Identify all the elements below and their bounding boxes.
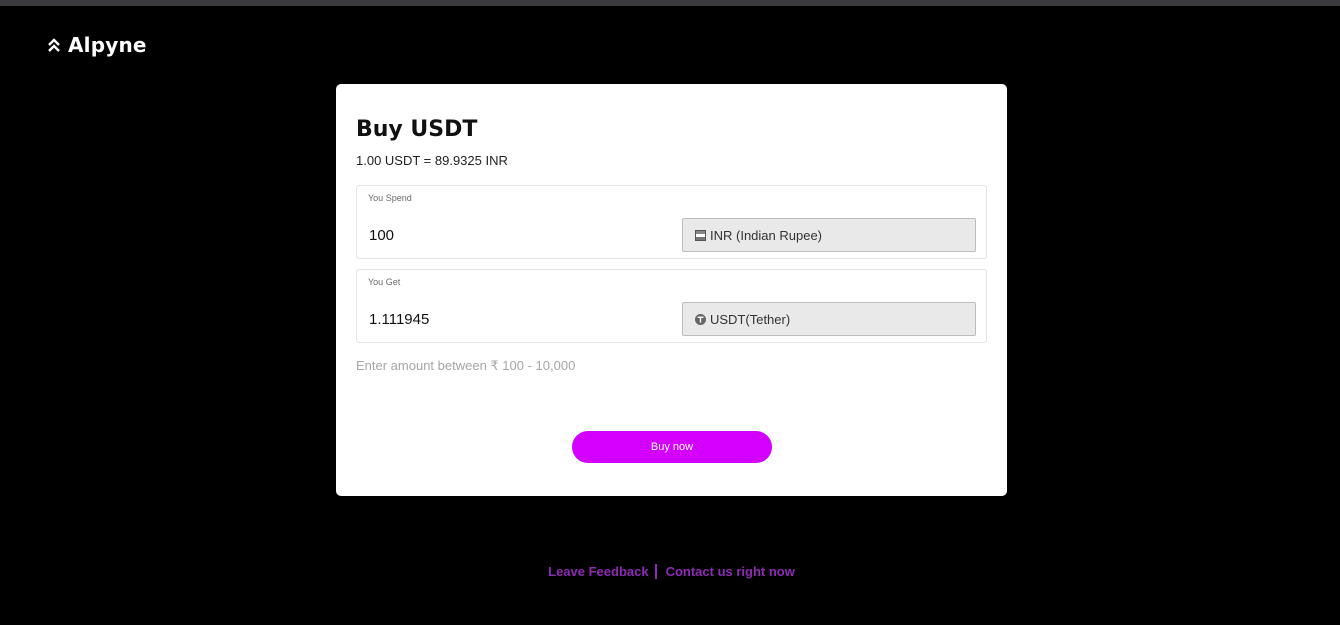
browser-top-bar xyxy=(0,0,1340,6)
get-currency-select[interactable]: USDT(Tether) xyxy=(682,302,976,336)
footer-divider xyxy=(654,564,657,579)
get-currency-label: USDT(Tether) xyxy=(710,311,791,327)
buy-now-button[interactable]: Buy now xyxy=(572,431,772,463)
spend-amount-input[interactable] xyxy=(369,227,649,244)
exchange-rate: 1.00 USDT = 89.9325 INR xyxy=(356,153,508,168)
get-field: You Get USDT(Tether) xyxy=(356,269,987,343)
spend-currency-label: INR (Indian Rupee) xyxy=(710,227,822,243)
spend-currency-select[interactable]: INR (Indian Rupee) xyxy=(682,218,976,252)
double-chevron-up-icon xyxy=(46,37,62,53)
spend-label: You Spend xyxy=(368,193,412,203)
spend-field: You Spend INR (Indian Rupee) xyxy=(356,185,987,259)
buy-card: Buy USDT 1.00 USDT = 89.9325 INR You Spe… xyxy=(336,84,1007,496)
get-label: You Get xyxy=(368,277,401,287)
leave-feedback-link[interactable]: Leave Feedback xyxy=(548,564,648,579)
tether-icon xyxy=(695,313,706,325)
contact-us-link[interactable]: Contact us right now xyxy=(666,564,795,579)
amount-hint: Enter amount between ₹ 100 - 10,000 xyxy=(356,358,576,373)
page-title: Buy USDT xyxy=(356,117,478,142)
brand-name: Alpyne xyxy=(68,33,147,57)
get-amount-input[interactable] xyxy=(369,311,649,328)
brand-logo[interactable]: Alpyne xyxy=(46,33,147,57)
footer-links: Leave Feedback Contact us right now xyxy=(0,564,1340,579)
india-flag-icon xyxy=(695,229,706,241)
